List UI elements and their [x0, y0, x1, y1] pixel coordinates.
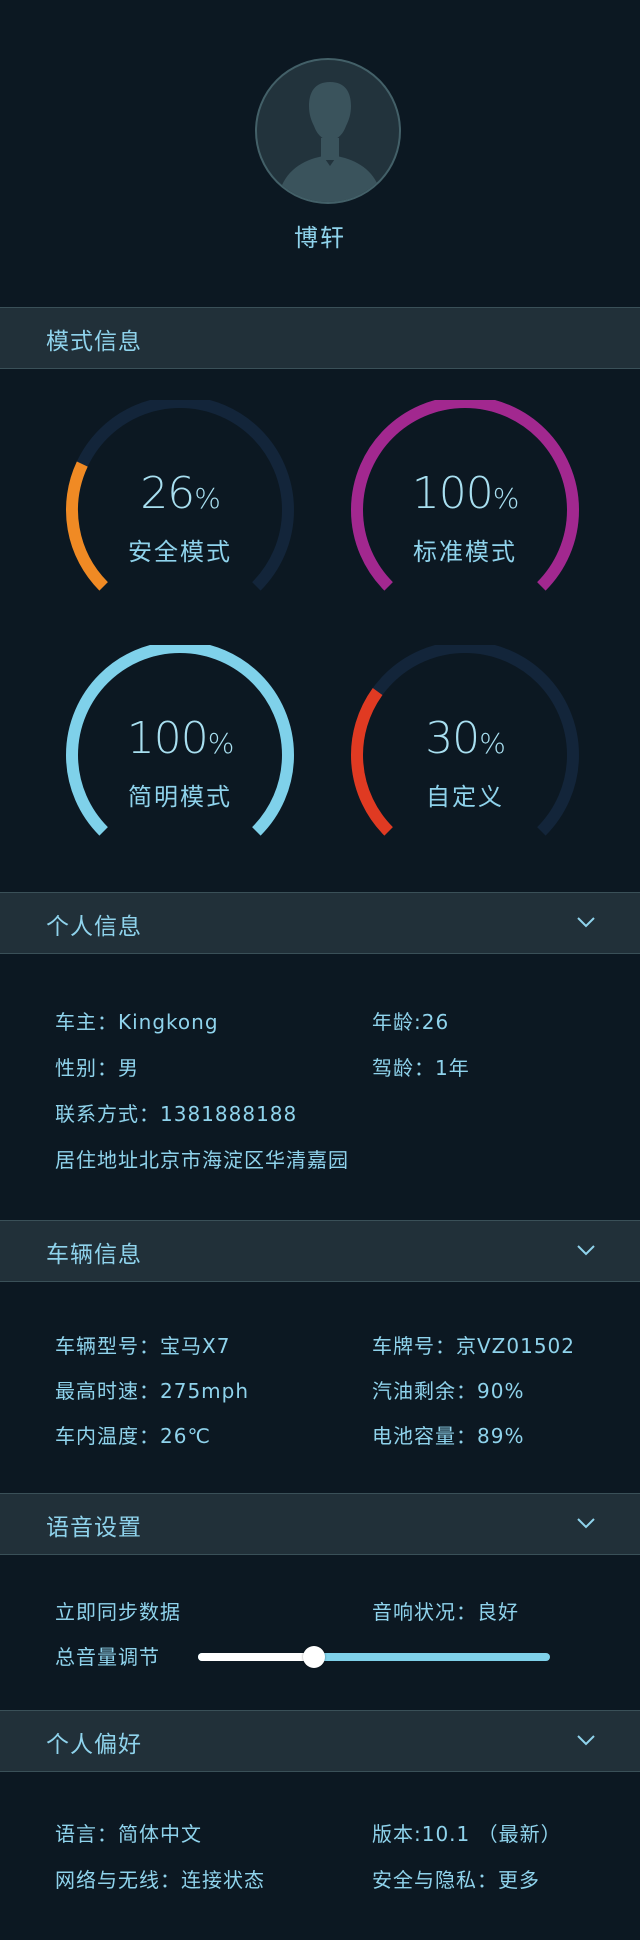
max-speed-info: 最高时速：275mph: [55, 1379, 250, 1403]
voice-section-header[interactable]: 语音设置: [0, 1493, 640, 1555]
language-setting[interactable]: 语言：简体中文: [55, 1818, 202, 1847]
sync-data-button[interactable]: 立即同步数据: [55, 1596, 181, 1625]
privacy-setting[interactable]: 安全与隐私：更多: [372, 1864, 540, 1893]
chevron-down-icon[interactable]: [576, 1516, 596, 1530]
version-info[interactable]: 版本:10.1 （最新）: [372, 1818, 562, 1847]
gauge-custom-mode[interactable]: 30% 自定义: [345, 645, 585, 865]
contact-info: 联系方式：1381888188: [55, 1102, 298, 1126]
address-info: 居住地址北京市海淀区华清嘉园: [55, 1148, 349, 1172]
mode-section-header: 模式信息: [0, 307, 640, 369]
gauge-value: 26%: [60, 468, 300, 519]
personal-section-header[interactable]: 个人信息: [0, 892, 640, 954]
temperature-info: 车内温度：26℃: [55, 1424, 211, 1448]
gauge-value-number: 26: [140, 468, 195, 519]
gauge-label: 安全模式: [128, 538, 232, 566]
mode-section-title: 模式信息: [46, 329, 142, 355]
volume-slider[interactable]: [198, 1645, 550, 1669]
gauge-value: 100%: [345, 468, 585, 519]
preferences-section-header[interactable]: 个人偏好: [0, 1710, 640, 1772]
vehicle-section-title: 车辆信息: [46, 1242, 142, 1268]
chevron-down-icon[interactable]: [576, 1243, 596, 1257]
gauge-value-unit: %: [207, 727, 235, 760]
gauge-value-unit: %: [479, 727, 506, 760]
gauge-value: 30%: [345, 713, 585, 764]
volume-slider-fill: [198, 1653, 314, 1661]
gender-info: 性别：男: [55, 1056, 139, 1080]
volume-label: 总音量调节: [55, 1645, 160, 1669]
gauge-simple-mode[interactable]: 100% 简明模式: [60, 645, 300, 865]
plate-info: 车牌号：京VZ01502: [372, 1334, 576, 1358]
gauge-value-unit: %: [492, 482, 520, 515]
owner-info: 车主：Kingkong: [55, 1010, 219, 1034]
gauge-value-number: 100: [411, 468, 494, 519]
volume-slider-thumb[interactable]: [303, 1646, 325, 1668]
gauge-value-number: 30: [425, 713, 480, 764]
gauge-label: 简明模式: [128, 783, 232, 811]
voice-section-title: 语音设置: [46, 1515, 142, 1541]
avatar[interactable]: [255, 58, 401, 204]
personal-section-title: 个人信息: [46, 914, 142, 940]
driving-age-info: 驾龄：1年: [372, 1056, 470, 1080]
user-silhouette-icon: [277, 82, 383, 202]
gauge-value: 100%: [60, 713, 300, 764]
network-setting[interactable]: 网络与无线：连接状态: [55, 1864, 265, 1893]
user-name: 博轩: [294, 224, 346, 252]
vehicle-model-info: 车辆型号：宝马X7: [55, 1334, 231, 1358]
speaker-status-info: 音响状况：良好: [372, 1600, 519, 1624]
chevron-down-icon[interactable]: [576, 1733, 596, 1747]
fuel-info: 汽油剩余：90%: [372, 1379, 525, 1403]
gauge-value-number: 100: [126, 713, 209, 764]
battery-info: 电池容量：89%: [372, 1424, 525, 1448]
preferences-section-title: 个人偏好: [46, 1732, 142, 1758]
app-page: 博轩 模式信息 26% 安全模式 100% 标准模式 100% 简明模式 30%…: [0, 0, 640, 1940]
gauge-safe-mode[interactable]: 26% 安全模式: [60, 400, 300, 620]
chevron-down-icon[interactable]: [576, 915, 596, 929]
gauge-label: 自定义: [426, 783, 504, 811]
gauge-standard-mode[interactable]: 100% 标准模式: [345, 400, 585, 620]
age-info: 年龄:26: [372, 1010, 450, 1034]
vehicle-section-header[interactable]: 车辆信息: [0, 1220, 640, 1282]
gauge-label: 标准模式: [413, 538, 517, 566]
profile-area: 博轩: [0, 0, 640, 307]
gauge-value-unit: %: [194, 482, 221, 515]
